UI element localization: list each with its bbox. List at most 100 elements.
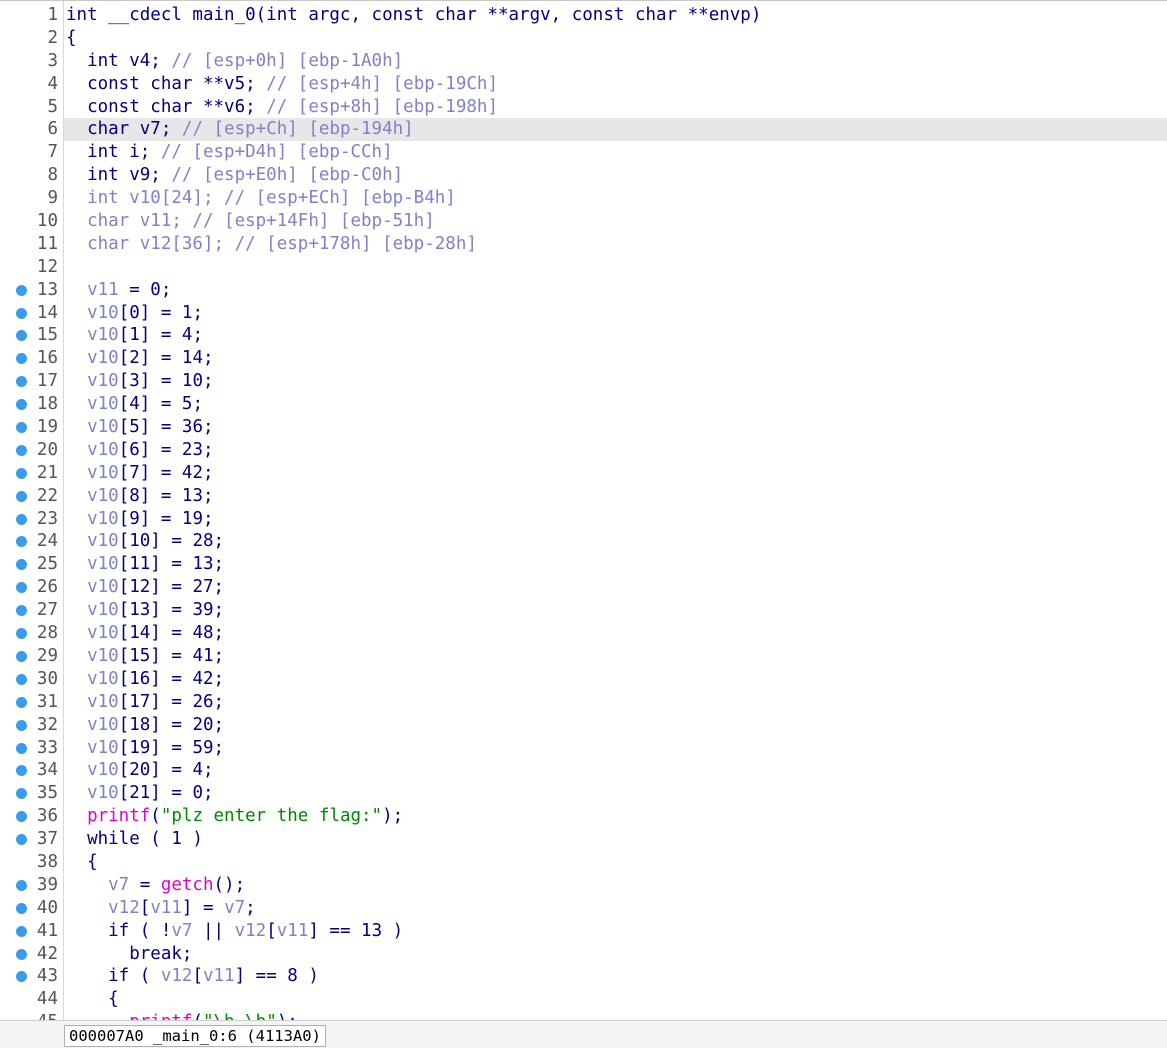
code-line[interactable]: 21 v10[7] = 42; [0, 462, 1167, 485]
code-text[interactable]: if ( !v7 || v12[v11] == 13 ) [66, 920, 403, 943]
code-line[interactable]: 4 const char **v5; // [esp+4h] [ebp-19Ch… [0, 73, 1167, 96]
code-token: int v4; [66, 50, 172, 71]
code-text[interactable]: if ( v12[v11] == 8 ) [66, 965, 319, 988]
code-text[interactable]: v10[3] = 10; [66, 370, 213, 393]
code-line[interactable]: 28 v10[14] = 48; [0, 622, 1167, 645]
code-text[interactable]: v10[20] = 4; [66, 759, 213, 782]
code-text[interactable]: v10[17] = 26; [66, 691, 224, 714]
code-text[interactable]: v7 = getch(); [66, 874, 245, 897]
code-line[interactable]: 39 v7 = getch(); [0, 874, 1167, 897]
code-line[interactable]: 13 v11 = 0; [0, 279, 1167, 302]
code-text[interactable]: v10[1] = 4; [66, 324, 203, 347]
code-text[interactable]: int v9; // [esp+E0h] [ebp-C0h] [66, 164, 403, 187]
code-text[interactable]: int v10[24]; // [esp+ECh] [ebp-B4h] [66, 187, 456, 210]
code-line[interactable]: 8 int v9; // [esp+E0h] [ebp-C0h] [0, 164, 1167, 187]
code-text[interactable]: break; [66, 943, 192, 966]
code-line[interactable]: 18 v10[4] = 5; [0, 393, 1167, 416]
code-text[interactable]: int v4; // [esp+0h] [ebp-1A0h] [66, 50, 403, 73]
code-line[interactable]: 22 v10[8] = 13; [0, 485, 1167, 508]
code-text[interactable]: v10[9] = 19; [66, 508, 213, 531]
code-text[interactable]: const char **v5; // [esp+4h] [ebp-19Ch] [66, 73, 498, 96]
code-line[interactable]: 11 char v12[36]; // [esp+178h] [ebp-28h] [0, 233, 1167, 256]
code-line[interactable]: 1 int __cdecl main_0(int argc, const char… [0, 4, 1167, 27]
code-line[interactable]: 19 v10[5] = 36; [0, 416, 1167, 439]
status-location: 000007A0 _main_0:6 (4113A0) [64, 1025, 326, 1047]
code-text[interactable]: char v11; // [esp+14Fh] [ebp-51h] [66, 210, 435, 233]
code-line[interactable]: 15 v10[1] = 4; [0, 324, 1167, 347]
code-line[interactable]: 20 v10[6] = 23; [0, 439, 1167, 462]
line-number: 5 [47, 96, 58, 117]
code-token: [ [192, 966, 203, 987]
code-text[interactable]: v10[14] = 48; [66, 622, 224, 645]
code-text[interactable]: v10[10] = 28; [66, 530, 224, 553]
code-text[interactable]: v11 = 0; [66, 279, 171, 302]
code-line[interactable]: 12 [0, 256, 1167, 279]
code-token: ; [245, 897, 256, 918]
code-line[interactable]: 14 v10[0] = 1; [0, 302, 1167, 325]
code-text[interactable]: v10[6] = 23; [66, 439, 213, 462]
code-text[interactable]: v10[16] = 42; [66, 668, 224, 691]
code-line[interactable]: 24 v10[10] = 28; [0, 530, 1167, 553]
code-text[interactable]: int i; // [esp+D4h] [ebp-CCh] [66, 141, 393, 164]
code-line[interactable]: 36 printf("plz enter the flag:"); [0, 805, 1167, 828]
code-text[interactable]: v10[4] = 5; [66, 393, 203, 416]
code-line[interactable]: 42 break; [0, 943, 1167, 966]
code-text[interactable]: { [66, 988, 119, 1011]
code-text[interactable]: v10[21] = 0; [66, 782, 213, 805]
code-line[interactable]: 3 int v4; // [esp+0h] [ebp-1A0h] [0, 50, 1167, 73]
code-token: // [esp+8h] [ebp-198h] [266, 96, 498, 117]
code-line[interactable]: 35 v10[21] = 0; [0, 782, 1167, 805]
code-text[interactable]: v10[15] = 41; [66, 645, 224, 668]
code-line[interactable]: 26 v10[12] = 27; [0, 576, 1167, 599]
code-text[interactable]: v10[2] = 14; [66, 347, 213, 370]
code-text[interactable]: char v12[36]; // [esp+178h] [ebp-28h] [66, 233, 477, 256]
code-token: getch [160, 874, 214, 895]
code-text[interactable]: const char **v6; // [esp+8h] [ebp-198h] [66, 96, 498, 119]
pseudocode-view[interactable]: 1 int __cdecl main_0(int argc, const char… [0, 0, 1167, 1021]
code-token: v10 [66, 394, 119, 415]
code-line[interactable]: 44 { [0, 988, 1167, 1011]
code-line[interactable]: 33 v10[19] = 59; [0, 737, 1167, 760]
code-text[interactable]: while ( 1 ) [66, 828, 203, 851]
code-text[interactable]: printf("plz enter the flag:"); [66, 805, 403, 828]
code-lines[interactable]: 1 int __cdecl main_0(int argc, const char… [0, 4, 1167, 1021]
code-text[interactable]: v10[8] = 13; [66, 485, 213, 508]
code-text[interactable]: v10[13] = 39; [66, 599, 224, 622]
code-text[interactable]: v10[5] = 36; [66, 416, 213, 439]
code-text[interactable]: v10[11] = 13; [66, 553, 224, 576]
code-text[interactable]: int __cdecl main_0(int argc, const char … [66, 4, 761, 27]
code-line[interactable]: 37 while ( 1 ) [0, 828, 1167, 851]
code-text[interactable]: v10[0] = 1; [66, 302, 203, 325]
code-line[interactable]: 25 v10[11] = 13; [0, 553, 1167, 576]
code-line[interactable]: 38 { [0, 851, 1167, 874]
code-text[interactable]: char v7; // [esp+Ch] [ebp-194h] [66, 118, 414, 141]
code-line[interactable]: 30 v10[16] = 42; [0, 668, 1167, 691]
code-line[interactable]: 5 const char **v6; // [esp+8h] [ebp-198h… [0, 96, 1167, 119]
code-line[interactable]: 7 int i; // [esp+D4h] [ebp-CCh] [0, 141, 1167, 164]
code-text[interactable]: v12[v11] = v7; [66, 897, 256, 920]
code-line[interactable]: 9 int v10[24]; // [esp+ECh] [ebp-B4h] [0, 187, 1167, 210]
code-text[interactable]: v10[18] = 20; [66, 714, 224, 737]
code-text[interactable]: v10[12] = 27; [66, 576, 224, 599]
code-line[interactable]: 40 v12[v11] = v7; [0, 897, 1167, 920]
code-line[interactable]: 29 v10[15] = 41; [0, 645, 1167, 668]
code-text[interactable]: v10[7] = 42; [66, 462, 213, 485]
code-line[interactable]: 34 v10[20] = 4; [0, 759, 1167, 782]
code-token: while ( 1 ) [66, 829, 203, 850]
code-line[interactable]: 2{ [0, 27, 1167, 50]
code-line[interactable]: 31 v10[17] = 26; [0, 691, 1167, 714]
code-text[interactable]: { [66, 27, 77, 50]
code-line[interactable]: 32 v10[18] = 20; [0, 714, 1167, 737]
line-number: 20 [36, 439, 58, 460]
code-text[interactable]: { [66, 851, 98, 874]
code-line[interactable]: 27 v10[13] = 39; [0, 599, 1167, 622]
code-line[interactable]: 16 v10[2] = 14; [0, 347, 1167, 370]
code-text[interactable]: v10[19] = 59; [66, 737, 224, 760]
code-line[interactable]: 43 if ( v12[v11] == 8 ) [0, 965, 1167, 988]
code-line[interactable]: 10 char v11; // [esp+14Fh] [ebp-51h] [0, 210, 1167, 233]
code-token: v12 [234, 920, 267, 941]
code-line[interactable]: 17 v10[3] = 10; [0, 370, 1167, 393]
code-line[interactable]: 6 char v7; // [esp+Ch] [ebp-194h] [0, 118, 1167, 142]
code-line[interactable]: 23 v10[9] = 19; [0, 508, 1167, 531]
code-line[interactable]: 41 if ( !v7 || v12[v11] == 13 ) [0, 920, 1167, 943]
